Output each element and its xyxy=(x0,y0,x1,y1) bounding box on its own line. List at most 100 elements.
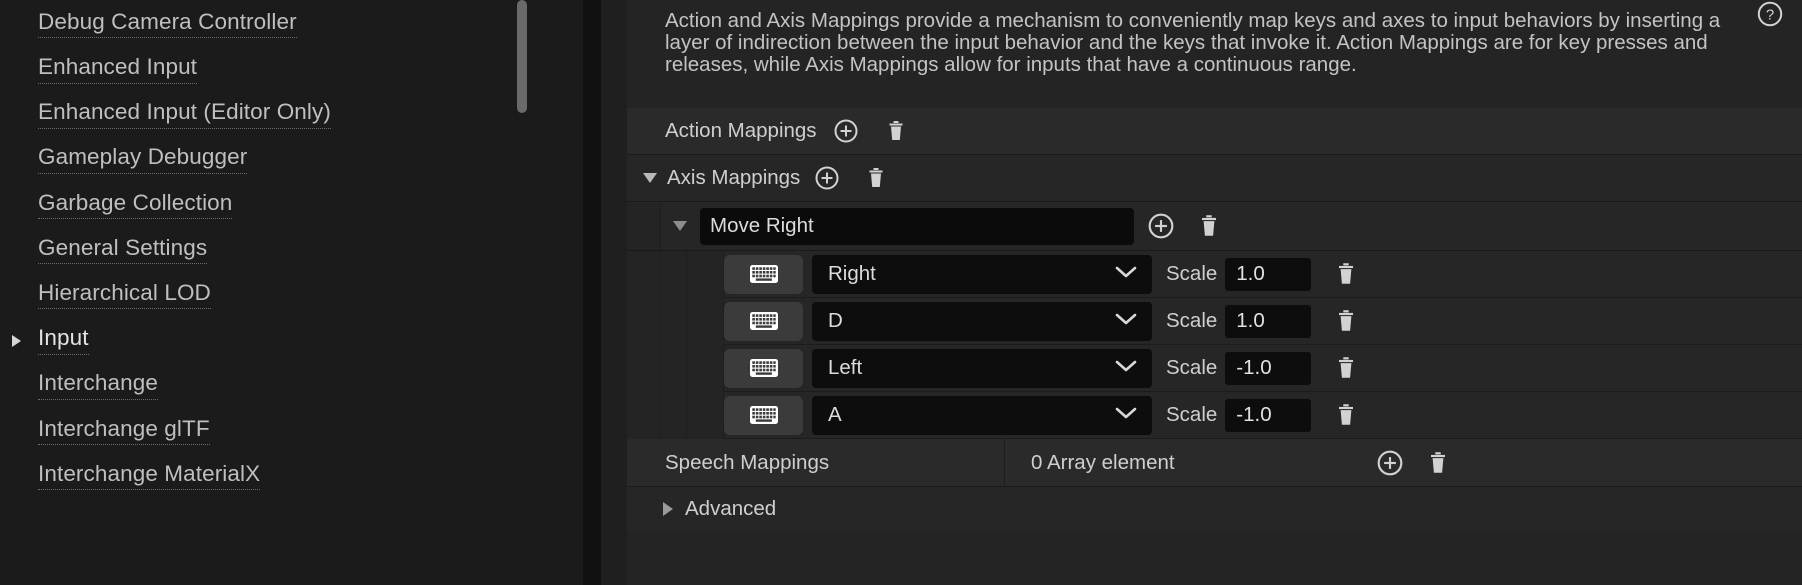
trash-icon[interactable] xyxy=(1331,306,1361,336)
tree-indent xyxy=(627,391,661,439)
trash-icon[interactable] xyxy=(861,163,891,193)
speech-mappings-value: 0 Array element xyxy=(1031,450,1175,474)
sidebar-item-label: Hierarchical LOD xyxy=(38,281,211,310)
sidebar-item-enhanced-input-editor-only[interactable]: Enhanced Input (Editor Only) xyxy=(0,92,583,137)
settings-description: Action and Axis Mappings provide a mecha… xyxy=(627,0,1802,108)
sidebar-item-label: Interchange MaterialX xyxy=(38,462,261,491)
scale-label: Scale xyxy=(1166,356,1218,379)
tree-indent xyxy=(627,250,661,298)
sidebar-item-label: Input xyxy=(38,327,89,355)
trash-icon[interactable] xyxy=(1331,400,1361,430)
trash-icon[interactable] xyxy=(1423,448,1453,478)
action-mappings-label: Action Mappings xyxy=(665,119,817,142)
trash-icon[interactable] xyxy=(881,116,911,146)
chevron-down-icon[interactable] xyxy=(1114,311,1138,332)
sidebar-item-label: Garbage Collection xyxy=(38,191,233,220)
scale-value-input[interactable]: 1.0 xyxy=(1225,304,1312,338)
speech-mappings-label: Speech Mappings xyxy=(627,438,1005,487)
sidebar-item-enhanced-input[interactable]: Enhanced Input xyxy=(0,47,583,92)
key-select-value: D xyxy=(828,309,843,332)
sidebar-item-debug-camera-controller[interactable]: Debug Camera Controller xyxy=(0,2,583,47)
key-select-dropdown[interactable]: Left xyxy=(812,348,1152,388)
tree-indent xyxy=(687,344,724,392)
keyboard-icon[interactable] xyxy=(724,301,803,341)
axis-mappings-row[interactable]: Axis Mappings xyxy=(627,155,1802,202)
scale-label: Scale xyxy=(1166,403,1218,426)
key-select-value: Right xyxy=(828,262,876,285)
chevron-down-icon[interactable] xyxy=(1114,264,1138,285)
tree-indent xyxy=(661,344,687,392)
chevron-right-icon[interactable] xyxy=(663,502,673,516)
project-settings-window: Debug Camera Controller Enhanced Input Enh… xyxy=(0,0,1802,585)
key-select-dropdown[interactable]: Right xyxy=(812,254,1152,294)
sidebar-item-label: Debug Camera Controller xyxy=(38,10,297,39)
sidebar-item-gameplay-debugger[interactable]: Gameplay Debugger xyxy=(0,138,583,183)
scale-value-input[interactable]: -1.0 xyxy=(1225,398,1312,432)
scale-value-input[interactable]: -1.0 xyxy=(1225,351,1312,385)
scale-label: Scale xyxy=(1166,309,1218,332)
advanced-label: Advanced xyxy=(685,497,777,520)
svg-text:?: ? xyxy=(1766,7,1774,24)
sidebar-item-label: Gameplay Debugger xyxy=(38,146,248,174)
chevron-right-icon[interactable] xyxy=(12,334,21,347)
axis-key-binding-list: Right Scale 1.0 D Scale 1.0 Left Scale -1.0 A Scal… xyxy=(627,250,1802,439)
sidebar-item-hierarchical-lod[interactable]: Hierarchical LOD xyxy=(0,273,583,318)
tree-indent xyxy=(687,297,724,345)
trash-icon[interactable] xyxy=(1331,259,1361,289)
chevron-down-icon[interactable] xyxy=(1114,358,1138,379)
sidebar-item-label: Enhanced Input xyxy=(38,55,198,84)
sidebar-scrollbar-thumb[interactable] xyxy=(517,0,527,113)
sidebar-item-general-settings[interactable]: General Settings xyxy=(0,228,583,273)
plus-circle-icon[interactable] xyxy=(831,116,861,146)
key-select-value: A xyxy=(828,403,842,426)
chevron-down-icon[interactable] xyxy=(1114,405,1138,426)
key-binding-row[interactable]: Right Scale 1.0 xyxy=(627,250,1802,298)
sidebar-item-interchange-materialx[interactable]: Interchange MaterialX xyxy=(0,454,583,499)
key-binding-row[interactable]: D Scale 1.0 xyxy=(627,297,1802,345)
panel-gutter-right xyxy=(601,0,627,585)
keyboard-icon[interactable] xyxy=(724,395,803,435)
key-select-dropdown[interactable]: D xyxy=(812,301,1152,341)
sidebar-item-label: Interchange glTF xyxy=(38,417,210,446)
settings-category-sidebar: Debug Camera Controller Enhanced Input Enh… xyxy=(0,0,583,585)
action-mappings-row[interactable]: Action Mappings xyxy=(627,108,1802,155)
scale-value-input[interactable]: 1.0 xyxy=(1225,257,1312,291)
sidebar-item-garbage-collection[interactable]: Garbage Collection xyxy=(0,183,583,228)
tree-indent xyxy=(687,250,724,298)
axis-mapping-name-input[interactable]: Move Right xyxy=(700,207,1134,245)
tree-indent xyxy=(627,344,661,392)
sidebar-item-label: Interchange xyxy=(38,372,158,400)
sidebar-item-label: Enhanced Input (Editor Only) xyxy=(38,101,331,129)
sidebar-item-input[interactable]: Input xyxy=(0,318,583,363)
keyboard-icon[interactable] xyxy=(724,348,803,388)
key-select-value: Left xyxy=(828,356,863,379)
scale-label: Scale xyxy=(1166,262,1218,285)
key-binding-row[interactable]: A Scale -1.0 xyxy=(627,391,1802,439)
speech-mappings-row[interactable]: Speech Mappings 0 Array element xyxy=(627,438,1802,487)
tree-indent xyxy=(661,297,687,345)
axis-mapping-element-row[interactable]: Move Right xyxy=(627,202,1802,251)
tree-indent xyxy=(661,391,687,439)
trash-icon[interactable] xyxy=(1331,353,1361,383)
advanced-section-row[interactable]: Advanced xyxy=(627,487,1802,531)
chevron-down-icon[interactable] xyxy=(643,173,657,183)
tree-indent xyxy=(687,391,724,439)
plus-circle-icon[interactable] xyxy=(1375,448,1405,478)
sidebar-item-interchange[interactable]: Interchange xyxy=(0,364,583,409)
sidebar-item-interchange-gltf[interactable]: Interchange glTF xyxy=(0,409,583,454)
plus-circle-icon[interactable] xyxy=(812,163,842,193)
tree-indent xyxy=(627,202,661,250)
settings-category-list: Debug Camera Controller Enhanced Input Enh… xyxy=(0,0,583,499)
keyboard-icon[interactable] xyxy=(724,254,803,294)
settings-description-text: Action and Axis Mappings provide a mecha… xyxy=(665,9,1721,76)
axis-mappings-label: Axis Mappings xyxy=(667,166,801,189)
key-select-dropdown[interactable]: A xyxy=(812,395,1152,435)
sidebar-item-label: General Settings xyxy=(38,236,208,265)
trash-icon[interactable] xyxy=(1194,211,1224,241)
help-circle-icon[interactable]: ? xyxy=(1756,0,1784,28)
panel-gutter-left xyxy=(583,0,601,585)
plus-circle-icon[interactable] xyxy=(1146,211,1176,241)
key-binding-row[interactable]: Left Scale -1.0 xyxy=(627,344,1802,392)
input-settings-details-panel: Action and Axis Mappings provide a mecha… xyxy=(627,0,1802,585)
chevron-down-icon[interactable] xyxy=(673,221,687,231)
